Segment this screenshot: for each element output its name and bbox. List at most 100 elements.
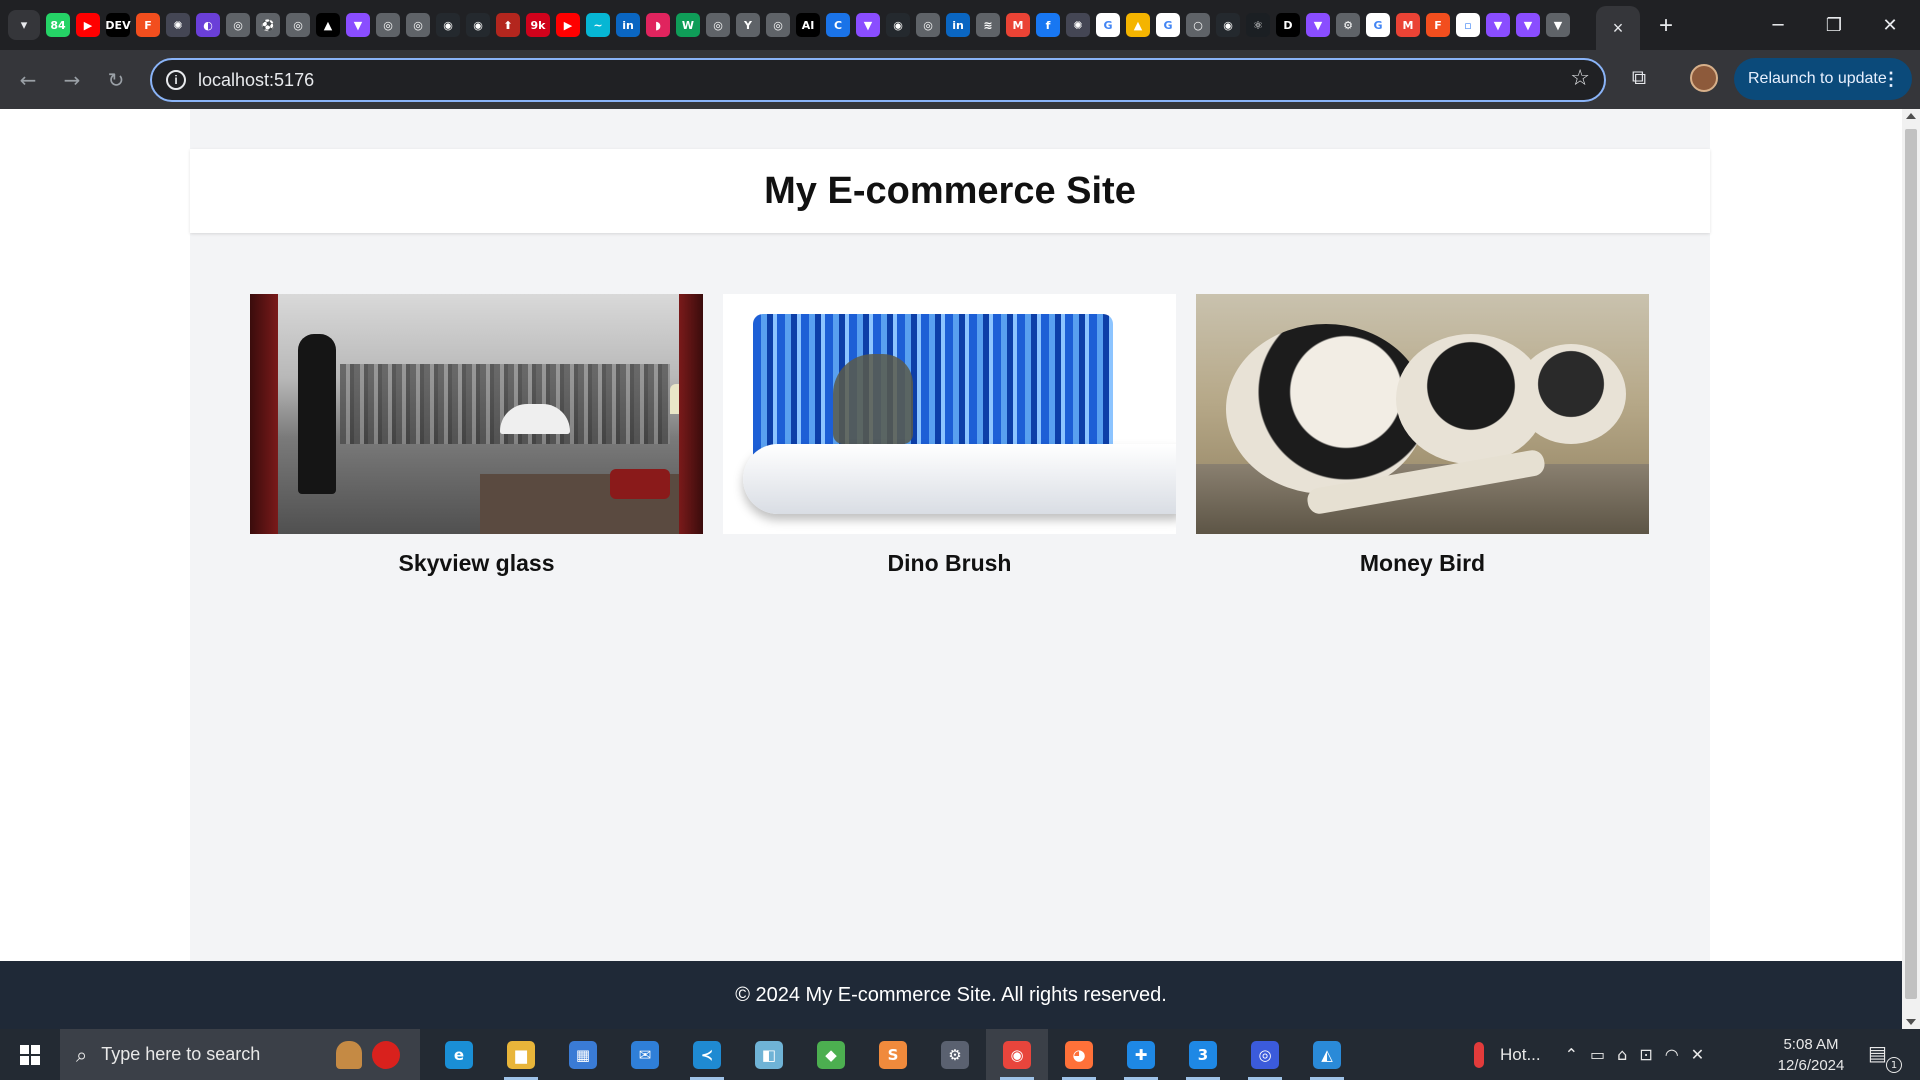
taskbar-app[interactable]: ✚ (1110, 1029, 1172, 1080)
close-window-button[interactable]: ✕ (1862, 0, 1918, 50)
clock[interactable]: 5:08 AM 12/6/2024 (1766, 1034, 1856, 1076)
forward-button[interactable]: → (56, 64, 88, 96)
product-card[interactable]: Skyview glass (250, 294, 703, 577)
notification-center[interactable]: ▤ 1 (1868, 1041, 1902, 1073)
thermometer-icon[interactable] (1474, 1041, 1484, 1068)
d-icon[interactable]: D (1276, 13, 1300, 37)
w-icon[interactable]: W (676, 13, 700, 37)
github-icon[interactable]: ◉ (886, 13, 910, 37)
yc-icon[interactable]: Y (736, 13, 760, 37)
product-card[interactable]: Money Bird (1196, 294, 1649, 577)
stack-icon[interactable]: ≋ (976, 13, 1000, 37)
taskbar-app[interactable]: ⚙ (924, 1029, 986, 1080)
figma-icon[interactable]: F (136, 13, 160, 37)
doc-icon[interactable]: ▫ (1456, 13, 1480, 37)
chatgpt-icon[interactable]: ✺ (1066, 13, 1090, 37)
profile-avatar[interactable] (1690, 64, 1718, 92)
extensions-icon[interactable]: ⧉ (1624, 62, 1654, 92)
c-icon[interactable]: C (826, 13, 850, 37)
show-hidden-icons-chevron-icon[interactable]: ⌃ (1565, 1045, 1578, 1064)
address-bar[interactable]: i localhost:5176 ☆ (150, 58, 1606, 102)
battery-icon[interactable]: ▭ (1590, 1045, 1605, 1064)
globe-icon[interactable]: ◎ (706, 13, 730, 37)
gear-icon[interactable]: ⚙ (1336, 13, 1360, 37)
vite-icon[interactable]: ▼ (346, 13, 370, 37)
product-image-skyview[interactable] (250, 294, 703, 534)
scroll-down-arrow-icon[interactable] (1906, 1019, 1916, 1025)
new-tab-button[interactable]: + (1652, 12, 1680, 40)
github-icon[interactable]: ◉ (436, 13, 460, 37)
kebab-menu-icon[interactable]: ⋮ (1882, 69, 1900, 90)
colorful-icon[interactable]: ◐ (196, 13, 220, 37)
active-tab[interactable]: × (1596, 6, 1640, 50)
taskbar-app[interactable]: ▆ (490, 1029, 552, 1080)
circle-icon[interactable]: ○ (1186, 13, 1210, 37)
triangle-icon[interactable]: ▲ (316, 13, 340, 37)
relaunch-to-update-button[interactable]: Relaunch to update ⋮ (1734, 58, 1912, 100)
linkedin-icon[interactable]: in (616, 13, 640, 37)
globe-icon[interactable]: ◎ (916, 13, 940, 37)
scroll-thumb[interactable] (1905, 129, 1917, 999)
gmail-icon[interactable]: M (1396, 13, 1420, 37)
close-icon[interactable]: × (1613, 18, 1624, 39)
youtube-icon[interactable]: ▶ (76, 13, 100, 37)
product-image-dino-brush[interactable] (723, 294, 1176, 534)
bookmark-star-icon[interactable]: ☆ (1570, 66, 1590, 91)
restore-button[interactable]: ❐ (1806, 0, 1862, 50)
red-icon[interactable]: ◗ (646, 13, 670, 37)
taskbar-app[interactable]: ✉ (614, 1029, 676, 1080)
vite-icon[interactable]: ▼ (1486, 13, 1510, 37)
reload-button[interactable]: ↻ (100, 64, 132, 96)
taskbar-app[interactable]: ◕ (1048, 1029, 1110, 1080)
product-image-money-bird[interactable] (1196, 294, 1649, 534)
react-icon[interactable]: ⚛ (1246, 13, 1270, 37)
facebook-icon[interactable]: f (1036, 13, 1060, 37)
minimize-button[interactable]: ─ (1750, 0, 1806, 50)
globe-icon[interactable]: ◎ (286, 13, 310, 37)
youtube-icon[interactable]: ▶ (556, 13, 580, 37)
google-icon[interactable]: G (1366, 13, 1390, 37)
taskbar-app[interactable]: ≺ (676, 1029, 738, 1080)
wifi-icon[interactable]: ◠ (1665, 1045, 1679, 1064)
chatgpt-icon[interactable]: ✺ (166, 13, 190, 37)
pin-icon[interactable]: ⬆ (496, 13, 520, 37)
drive-icon[interactable]: ▲ (1126, 13, 1150, 37)
globe-icon[interactable]: ◎ (766, 13, 790, 37)
taskbar-app[interactable]: ◎ (1234, 1029, 1296, 1080)
taskbar-app[interactable]: ◉ (986, 1029, 1048, 1080)
vite-icon[interactable]: ▼ (1546, 13, 1570, 37)
counter-icon[interactable]: 9k (526, 13, 550, 37)
gmail-icon[interactable]: M (1006, 13, 1030, 37)
figma-icon[interactable]: F (1426, 13, 1450, 37)
taskbar-app[interactable]: ▦ (552, 1029, 614, 1080)
github-icon[interactable]: ◉ (1216, 13, 1240, 37)
start-button[interactable] (0, 1029, 60, 1080)
weather-label[interactable]: Hot... (1500, 1045, 1541, 1065)
display-icon[interactable]: ⊡ (1639, 1045, 1652, 1064)
vite-icon[interactable]: ▼ (1306, 13, 1330, 37)
back-button[interactable]: ← (12, 64, 44, 96)
scroll-up-arrow-icon[interactable] (1906, 113, 1916, 119)
taskbar-search-box[interactable]: ⌕ Type here to search (60, 1029, 420, 1080)
taskbar-app[interactable]: 3 (1172, 1029, 1234, 1080)
google-icon[interactable]: G (1096, 13, 1120, 37)
dev-icon[interactable]: DEV (105, 13, 131, 37)
linkedin-icon[interactable]: in (946, 13, 970, 37)
tailwind-icon[interactable]: ~ (586, 13, 610, 37)
taskbar-app[interactable]: e (428, 1029, 490, 1080)
ball-icon[interactable]: ⚽ (256, 13, 280, 37)
globe-icon[interactable]: ◎ (406, 13, 430, 37)
taskbar-app[interactable]: S (862, 1029, 924, 1080)
chevron-down-icon[interactable]: ▾ (8, 10, 40, 40)
google-icon[interactable]: G (1156, 13, 1180, 37)
site-info-icon[interactable]: i (166, 70, 186, 90)
globe-icon[interactable]: ◎ (376, 13, 400, 37)
whatsapp-icon[interactable]: 84 (46, 13, 70, 37)
url-text[interactable]: localhost:5176 (198, 70, 314, 91)
taskbar-app[interactable]: ◆ (800, 1029, 862, 1080)
device-icon[interactable]: ⌂ (1617, 1045, 1627, 1064)
github-icon[interactable]: ◉ (466, 13, 490, 37)
product-card[interactable]: Dino Brush (723, 294, 1176, 577)
taskbar-app[interactable]: ◧ (738, 1029, 800, 1080)
page-scrollbar[interactable] (1902, 109, 1920, 1029)
